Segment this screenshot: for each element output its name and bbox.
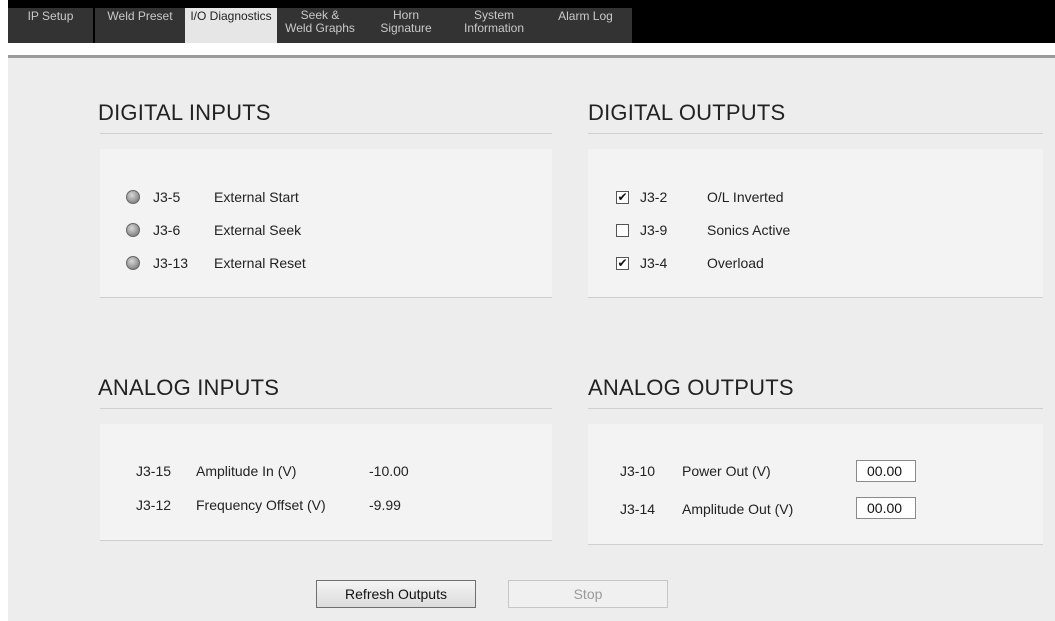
tab-horn-signature[interactable]: Horn Signature bbox=[363, 8, 449, 43]
pin-label: J3-15 bbox=[136, 463, 172, 479]
digital-output-row: ✔ J3-2 O/L Inverted bbox=[616, 188, 1016, 206]
checkbox-o-l-inverted[interactable]: ✔ bbox=[616, 191, 629, 204]
pin-label: J3-13 bbox=[153, 255, 189, 271]
digital-output-row: J3-9 Sonics Active bbox=[616, 221, 1016, 239]
signal-label: Amplitude In (V) bbox=[196, 463, 297, 479]
tab-label: I/O Diagnostics bbox=[190, 9, 272, 23]
io-diagnostics-panel: DIGITAL INPUTS J3-5 External Start J3-6 … bbox=[8, 55, 1055, 621]
tab-label-line2: Weld Graphs bbox=[285, 21, 355, 35]
divider bbox=[100, 133, 552, 134]
tab-seek-weld-graphs[interactable]: Seek & Weld Graphs bbox=[277, 8, 363, 43]
digital-outputs-title: DIGITAL OUTPUTS bbox=[588, 100, 786, 125]
checkbox-overload[interactable]: ✔ bbox=[616, 257, 629, 270]
tab-io-diagnostics[interactable]: I/O Diagnostics bbox=[185, 8, 277, 43]
checkbox-sonics-active[interactable] bbox=[616, 224, 629, 237]
power-out-input[interactable] bbox=[856, 460, 916, 482]
pin-label: J3-6 bbox=[153, 222, 181, 238]
digital-input-row: J3-6 External Seek bbox=[126, 221, 526, 239]
tab-label: Weld Preset bbox=[107, 9, 173, 23]
analog-inputs-box: J3-15 Amplitude In (V) -10.00 J3-12 Freq… bbox=[100, 424, 552, 541]
digital-inputs-box: J3-5 External Start J3-6 External Seek J… bbox=[100, 149, 552, 298]
divider bbox=[588, 408, 1043, 409]
digital-inputs-title: DIGITAL INPUTS bbox=[98, 100, 271, 125]
signal-label: O/L Inverted bbox=[707, 189, 784, 205]
signal-label: Frequency Offset (V) bbox=[196, 497, 326, 513]
divider bbox=[588, 133, 1043, 134]
signal-label: External Seek bbox=[214, 222, 302, 238]
signal-value: -9.99 bbox=[369, 497, 401, 513]
signal-label: External Reset bbox=[214, 255, 306, 271]
pin-label: J3-4 bbox=[640, 255, 668, 271]
tab-ip-setup[interactable]: IP Setup bbox=[8, 8, 93, 43]
divider bbox=[100, 408, 552, 409]
digital-input-row: J3-13 External Reset bbox=[126, 254, 526, 272]
stop-button[interactable]: Stop bbox=[508, 580, 668, 608]
tab-alarm-log[interactable]: Alarm Log bbox=[539, 8, 632, 43]
digital-output-row: ✔ J3-4 Overload bbox=[616, 254, 1016, 272]
signal-label: Power Out (V) bbox=[682, 463, 771, 479]
pin-label: J3-9 bbox=[640, 222, 668, 238]
analog-input-row: J3-12 Frequency Offset (V) -9.99 bbox=[136, 496, 536, 514]
tab-weld-preset[interactable]: Weld Preset bbox=[95, 8, 185, 43]
led-indicator-icon bbox=[126, 256, 140, 270]
signal-label: External Start bbox=[214, 189, 299, 205]
tab-system-information[interactable]: System Information bbox=[449, 8, 539, 43]
pin-label: J3-2 bbox=[640, 189, 668, 205]
pin-label: J3-5 bbox=[153, 189, 181, 205]
digital-outputs-box: ✔ J3-2 O/L Inverted J3-9 Sonics Active ✔… bbox=[588, 149, 1043, 298]
tab-label: Alarm Log bbox=[558, 9, 613, 23]
analog-input-row: J3-15 Amplitude In (V) -10.00 bbox=[136, 462, 536, 480]
analog-inputs-title: ANALOG INPUTS bbox=[98, 375, 280, 400]
pin-label: J3-14 bbox=[620, 501, 656, 517]
analog-output-row: J3-10 Power Out (V) bbox=[620, 460, 1020, 482]
tab-label: IP Setup bbox=[27, 9, 74, 23]
led-indicator-icon bbox=[126, 223, 140, 237]
led-indicator-icon bbox=[126, 190, 140, 204]
signal-label: Overload bbox=[707, 255, 764, 271]
signal-label: Sonics Active bbox=[707, 222, 791, 238]
digital-input-row: J3-5 External Start bbox=[126, 188, 526, 206]
refresh-outputs-button[interactable]: Refresh Outputs bbox=[316, 580, 476, 608]
signal-label: Amplitude Out (V) bbox=[682, 501, 794, 517]
analog-outputs-box: J3-10 Power Out (V) J3-14 Amplitude Out … bbox=[588, 424, 1043, 545]
tab-bar: IP Setup Weld Preset I/O Diagnostics See… bbox=[8, 0, 1055, 43]
signal-value: -10.00 bbox=[369, 463, 409, 479]
pin-label: J3-12 bbox=[136, 497, 172, 513]
amplitude-out-input[interactable] bbox=[856, 497, 916, 519]
analog-outputs-title: ANALOG OUTPUTS bbox=[588, 375, 794, 400]
tab-label-line2: Signature bbox=[380, 21, 432, 35]
tab-label-line2: Information bbox=[463, 21, 525, 35]
pin-label: J3-10 bbox=[620, 463, 656, 479]
analog-output-row: J3-14 Amplitude Out (V) bbox=[620, 497, 1020, 519]
